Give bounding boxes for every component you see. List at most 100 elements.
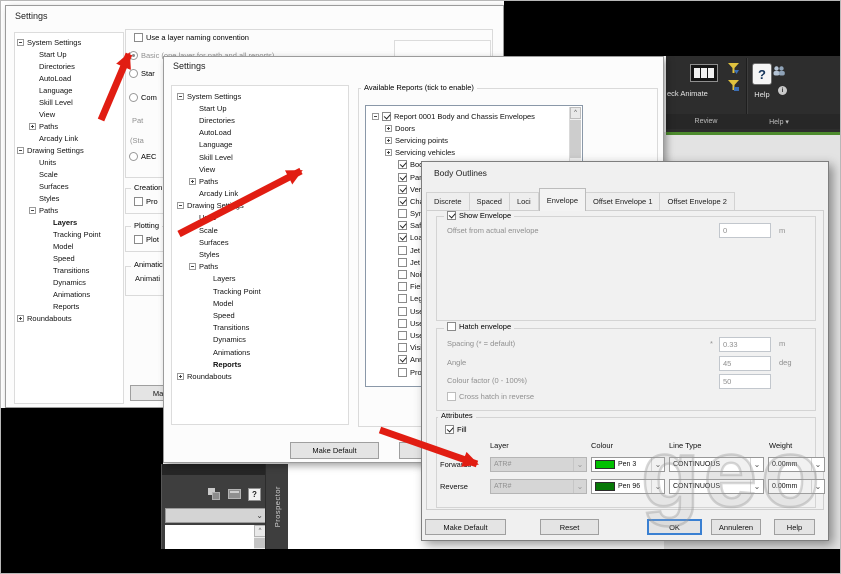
prospector-dropdown[interactable]: ⌄ (165, 508, 266, 523)
checkbox[interactable] (447, 322, 456, 331)
report-item[interactable]: Report 0001 Body and Chassis Envelopes (366, 110, 582, 122)
tab[interactable]: Discrete (426, 192, 470, 211)
tree-item[interactable]: Drawing Settings (172, 200, 348, 212)
tree-item[interactable]: Animations (15, 288, 123, 300)
report-checkbox[interactable] (398, 233, 407, 243)
tree-item[interactable]: View (172, 163, 348, 175)
panel-help-icon[interactable]: ? (248, 488, 261, 501)
animate-icon[interactable] (690, 64, 718, 82)
colour-select[interactable]: Pen 96 ⌄ (591, 479, 665, 494)
tree-item[interactable]: Directories (15, 60, 123, 72)
tree-item[interactable]: Reports (172, 358, 348, 370)
tree-item[interactable]: Roundabouts (172, 370, 348, 382)
make-default-button[interactable]: Make Default (290, 442, 379, 459)
report-checkbox[interactable] (398, 294, 407, 304)
tree-item[interactable]: Dynamics (172, 334, 348, 346)
tree-item[interactable]: Start Up (172, 102, 348, 114)
tree-item[interactable]: Start Up (15, 48, 123, 60)
make-default-button[interactable]: Make Default (425, 519, 506, 535)
layer-select[interactable]: ATR# ⌄ (490, 479, 587, 494)
checkbox[interactable] (447, 392, 456, 401)
scroll-thumb[interactable] (570, 120, 581, 158)
scroll-up-icon[interactable]: ^ (570, 107, 581, 119)
tree-expander-icon[interactable] (385, 124, 392, 132)
tree-item[interactable]: Surfaces (15, 180, 123, 192)
linetype-select[interactable]: CONTINUOUS ⌄ (669, 479, 764, 494)
layers-icon[interactable] (208, 488, 220, 500)
tree-item[interactable]: Drawing Settings (15, 144, 123, 156)
tree-item[interactable]: Tracking Point (172, 285, 348, 297)
radio-icon[interactable] (129, 51, 138, 60)
tree-item[interactable]: Language (15, 84, 123, 96)
checkbox[interactable] (447, 211, 456, 220)
report-checkbox[interactable] (398, 196, 407, 206)
tree-expander-icon[interactable] (189, 263, 196, 271)
radio-icon[interactable] (129, 93, 138, 102)
tab[interactable]: Spaced (469, 192, 510, 211)
tree-expander-icon[interactable] (17, 146, 24, 154)
plot-row[interactable]: Plot (131, 235, 162, 244)
tree-expander-icon[interactable] (17, 314, 24, 322)
tree-item[interactable]: Paths (15, 120, 123, 132)
reset-button-fragment[interactable] (399, 442, 423, 459)
tree-expander-icon[interactable] (29, 122, 36, 130)
weight-select[interactable]: 0.00mm ⌄ (768, 479, 825, 494)
tab[interactable]: Loci (509, 192, 539, 211)
tree-item[interactable]: Surfaces (172, 236, 348, 248)
radio-icon[interactable] (129, 152, 138, 161)
ok-button[interactable]: OK (647, 519, 702, 535)
filter-icon[interactable] (728, 63, 739, 75)
tree-item[interactable]: Tracking Point (15, 228, 123, 240)
tree-item[interactable]: Roundabouts (15, 312, 123, 324)
tree-item[interactable]: Reports (15, 300, 123, 312)
tree-item[interactable]: Paths (15, 204, 123, 216)
tree-item[interactable]: Skill Level (15, 96, 123, 108)
tree-expander-icon[interactable] (177, 202, 184, 210)
tab[interactable]: Offset Envelope 1 (586, 192, 661, 211)
tab[interactable]: Offset Envelope 2 (660, 192, 735, 211)
cancel-button[interactable]: Annuleren (711, 519, 761, 535)
report-checkbox[interactable] (398, 355, 407, 365)
fill-row[interactable]: Fill (442, 425, 470, 434)
tree-item[interactable]: Arcady Link (15, 132, 123, 144)
checkbox[interactable] (134, 33, 143, 42)
offset-input[interactable]: 0 (719, 223, 771, 238)
report-item[interactable]: Servicing vehicles (366, 147, 582, 159)
tree-item[interactable]: Scale (172, 224, 348, 236)
spacing-input[interactable]: 0.33 (719, 337, 771, 352)
checkbox[interactable] (445, 425, 454, 434)
report-checkbox[interactable] (398, 330, 407, 340)
tree-expander-icon[interactable] (385, 136, 392, 144)
checkbox[interactable] (134, 197, 143, 206)
report-checkbox[interactable] (398, 221, 407, 231)
report-checkbox[interactable] (382, 111, 391, 121)
tree-item[interactable]: Layers (172, 273, 348, 285)
radio-start[interactable]: Star (126, 69, 158, 78)
tree-expander-icon[interactable] (372, 112, 379, 120)
prompt-row[interactable]: Pro (131, 197, 161, 206)
tree-item[interactable]: System Settings (172, 90, 348, 102)
colour-select[interactable]: Pen 3 ⌄ (591, 457, 665, 472)
tree-item[interactable]: Speed (172, 309, 348, 321)
tree-item[interactable]: Animations (172, 346, 348, 358)
filter-icon[interactable] (728, 80, 739, 92)
tree-item[interactable]: Scale (15, 168, 123, 180)
report-checkbox[interactable] (398, 343, 407, 353)
info-icon[interactable]: i (778, 86, 787, 95)
layer-convention-row[interactable]: Use a layer naming convention (131, 33, 252, 42)
report-checkbox[interactable] (398, 306, 407, 316)
tree-expander-icon[interactable] (385, 149, 392, 157)
radio-icon[interactable] (129, 69, 138, 78)
tree-item[interactable]: System Settings (15, 36, 123, 48)
prospector-list[interactable]: ^ (165, 525, 266, 549)
tree-item[interactable]: Directories (172, 114, 348, 126)
tree-item[interactable]: Paths (172, 175, 348, 187)
tab-prospector[interactable]: Prospector (265, 464, 288, 549)
tree-item[interactable]: Model (172, 297, 348, 309)
tree-item[interactable]: Layers (15, 216, 123, 228)
linetype-select[interactable]: CONTINUOUS ⌄ (669, 457, 764, 472)
tree-expander-icon[interactable] (189, 177, 196, 185)
tree-expander-icon[interactable] (177, 372, 184, 380)
tree-item[interactable]: Skill Level (172, 151, 348, 163)
report-checkbox[interactable] (398, 282, 407, 292)
